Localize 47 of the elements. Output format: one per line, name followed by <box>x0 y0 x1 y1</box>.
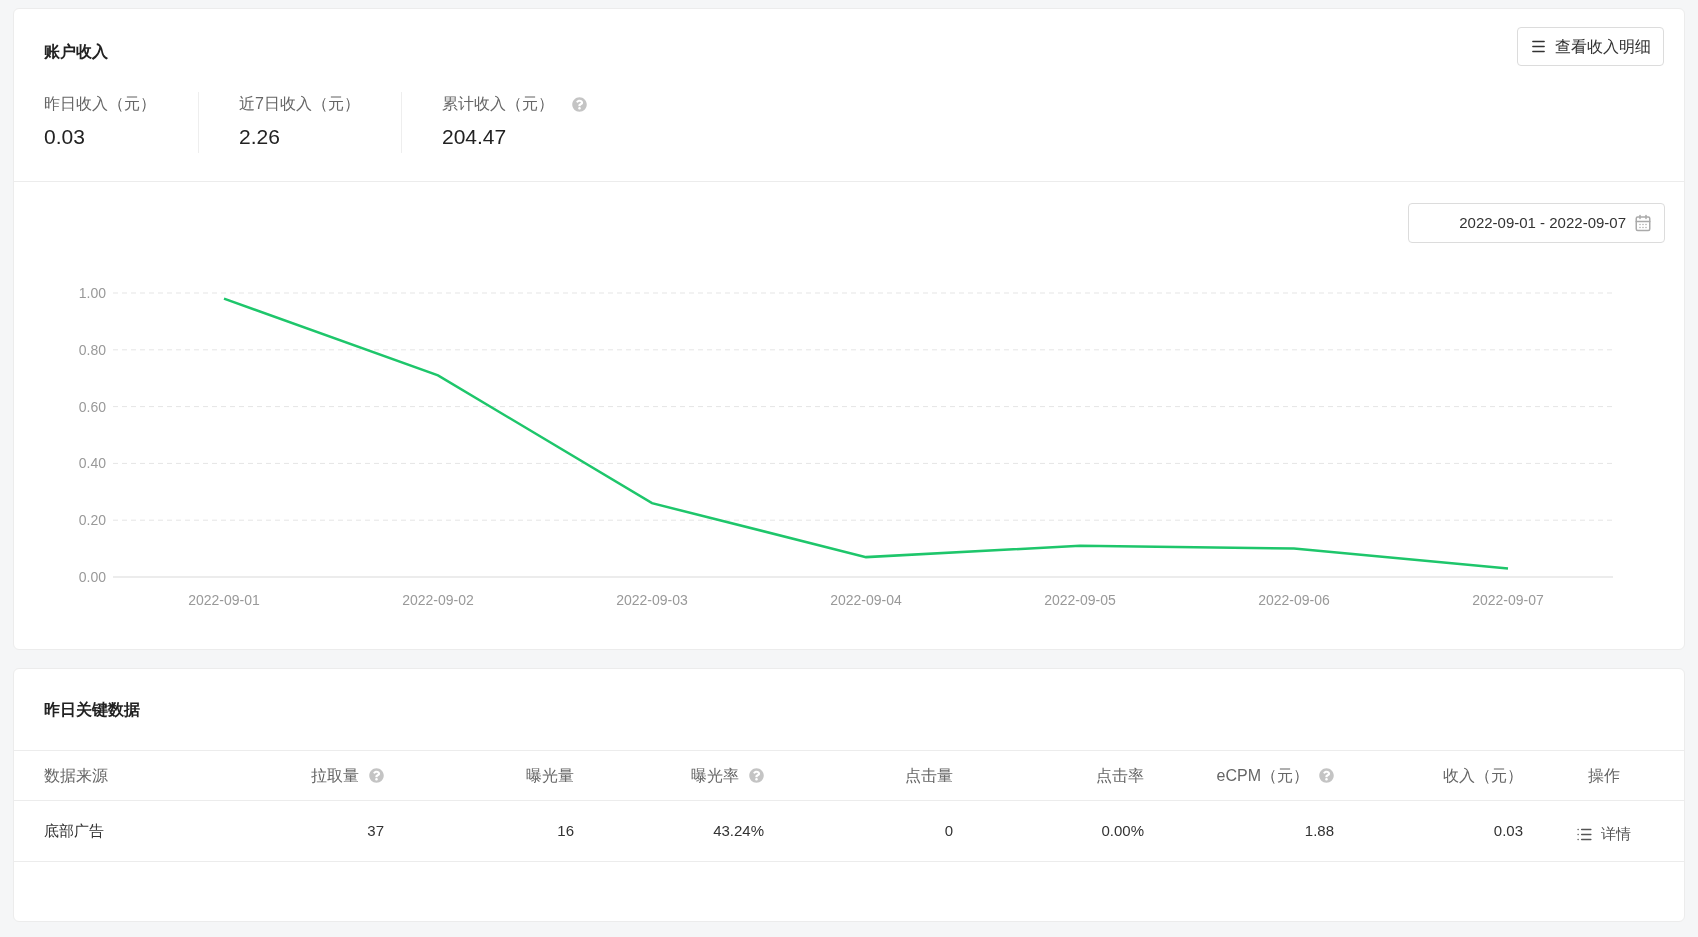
detail-link[interactable]: 详情 <box>1576 822 1631 846</box>
column-header: eCPM（元） <box>1216 765 1309 786</box>
x-tick-label: 2022-09-01 <box>188 592 260 608</box>
table-cell-text: 16 <box>557 820 574 841</box>
help-icon[interactable] <box>369 768 384 783</box>
column-header: 数据来源 <box>44 765 108 786</box>
y-tick-label: 0.00 <box>78 569 106 585</box>
stat-value: 0.03 <box>44 124 86 150</box>
table-cell-text: 0.00% <box>1101 820 1144 841</box>
y-tick-label: 0.60 <box>78 398 106 415</box>
help-icon[interactable] <box>572 96 587 112</box>
column-header: 收入（元） <box>1443 765 1523 786</box>
help-icon[interactable] <box>1319 768 1334 783</box>
table-cell-text: 0 <box>944 820 953 841</box>
y-tick-label: 1.00 <box>78 285 106 301</box>
table-cell-text: 43.24% <box>713 820 764 841</box>
column-header: 点击量 <box>905 765 953 786</box>
table-cell-text: 37 <box>367 820 384 841</box>
table-cell-text: 底部广告 <box>44 820 104 841</box>
calendar-icon <box>1634 214 1652 232</box>
table-cell-text: 1.88 <box>1304 820 1334 841</box>
x-tick-label: 2022-09-07 <box>1472 592 1544 608</box>
stat-value: 204.47 <box>442 124 508 150</box>
y-tick-label: 0.40 <box>78 455 106 472</box>
stat-value: 2.26 <box>239 124 281 150</box>
x-tick-label: 2022-09-02 <box>402 592 474 608</box>
x-tick-label: 2022-09-06 <box>1258 592 1330 608</box>
column-header: 曝光量 <box>526 765 574 786</box>
table-cell-text: 0.03 <box>1493 820 1523 841</box>
help-icon[interactable] <box>749 768 764 783</box>
column-header: 拉取量 <box>311 765 359 786</box>
stat-label: 累计收入（元） <box>442 94 554 114</box>
column-header: 曝光率 <box>691 765 739 786</box>
x-tick-label: 2022-09-03 <box>616 592 688 608</box>
x-tick-label: 2022-09-04 <box>830 592 902 608</box>
y-tick-label: 0.80 <box>78 341 106 358</box>
stat-label: 近7日收入（元） <box>239 94 360 114</box>
stat-label: 昨日收入（元） <box>44 94 156 114</box>
card-title: 昨日关键数据 <box>44 699 140 720</box>
y-tick-label: 0.20 <box>78 512 106 529</box>
date-range-picker[interactable]: 2022-09-01 - 2022-09-07 <box>1408 203 1665 243</box>
column-header: 操作 <box>1587 765 1620 786</box>
menu-icon <box>1530 38 1547 55</box>
card-title: 账户收入 <box>44 41 108 62</box>
income-detail-button[interactable]: 查看收入明细 <box>1517 27 1664 66</box>
x-tick-label: 2022-09-05 <box>1044 592 1116 608</box>
column-header: 点击率 <box>1096 765 1144 786</box>
